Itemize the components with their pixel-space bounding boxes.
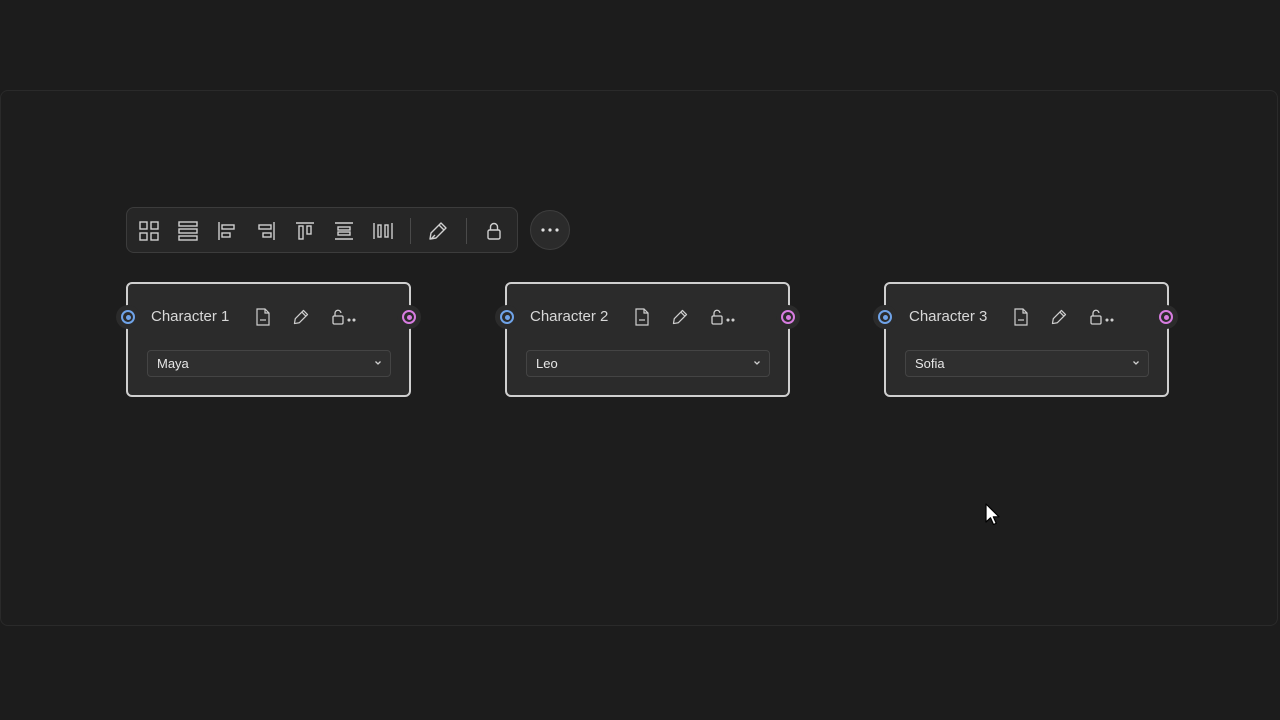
distribute-horizontal-icon[interactable] xyxy=(368,216,398,246)
document-icon[interactable] xyxy=(252,306,274,328)
toolbar-divider xyxy=(466,218,467,244)
pen-icon[interactable] xyxy=(1048,306,1070,328)
pen-icon[interactable] xyxy=(290,306,312,328)
chevron-down-icon xyxy=(754,361,760,365)
unlock-more-icon[interactable] xyxy=(330,306,360,328)
select-value: Maya xyxy=(157,356,189,371)
align-left-icon[interactable] xyxy=(212,216,242,246)
node-toolbar xyxy=(126,207,518,253)
node-title: Character 3 xyxy=(909,308,988,325)
select-value: Leo xyxy=(536,356,558,371)
unlock-more-icon[interactable] xyxy=(709,306,739,328)
align-right-icon[interactable] xyxy=(251,216,281,246)
input-port[interactable] xyxy=(116,305,140,329)
pen-icon[interactable] xyxy=(669,306,691,328)
node-title: Character 1 xyxy=(151,308,230,325)
output-port[interactable] xyxy=(776,305,800,329)
input-port[interactable] xyxy=(873,305,897,329)
stack-rows-icon[interactable] xyxy=(173,216,203,246)
output-port[interactable] xyxy=(397,305,421,329)
unlock-more-icon[interactable] xyxy=(1088,306,1118,328)
node-title: Character 2 xyxy=(530,308,609,325)
align-center-vertical-icon[interactable] xyxy=(329,216,359,246)
character-select[interactable]: Leo xyxy=(526,350,770,377)
more-options-button[interactable] xyxy=(530,210,570,250)
select-value: Sofia xyxy=(915,356,945,371)
character-node[interactable]: Character 1 Maya xyxy=(126,282,411,397)
pen-icon[interactable] xyxy=(423,216,453,246)
character-select[interactable]: Sofia xyxy=(905,350,1149,377)
mouse-cursor-icon xyxy=(985,503,1000,526)
document-icon[interactable] xyxy=(631,306,653,328)
character-select[interactable]: Maya xyxy=(147,350,391,377)
grid-layout-icon[interactable] xyxy=(134,216,164,246)
chevron-down-icon xyxy=(375,361,381,365)
character-node[interactable]: Character 2 Leo xyxy=(505,282,790,397)
input-port[interactable] xyxy=(495,305,519,329)
toolbar-divider xyxy=(410,218,411,244)
align-top-icon[interactable] xyxy=(290,216,320,246)
chevron-down-icon xyxy=(1133,361,1139,365)
output-port[interactable] xyxy=(1154,305,1178,329)
lock-icon[interactable] xyxy=(479,216,509,246)
more-horizontal-icon xyxy=(541,228,559,232)
character-node[interactable]: Character 3 Sofia xyxy=(884,282,1169,397)
document-icon[interactable] xyxy=(1010,306,1032,328)
